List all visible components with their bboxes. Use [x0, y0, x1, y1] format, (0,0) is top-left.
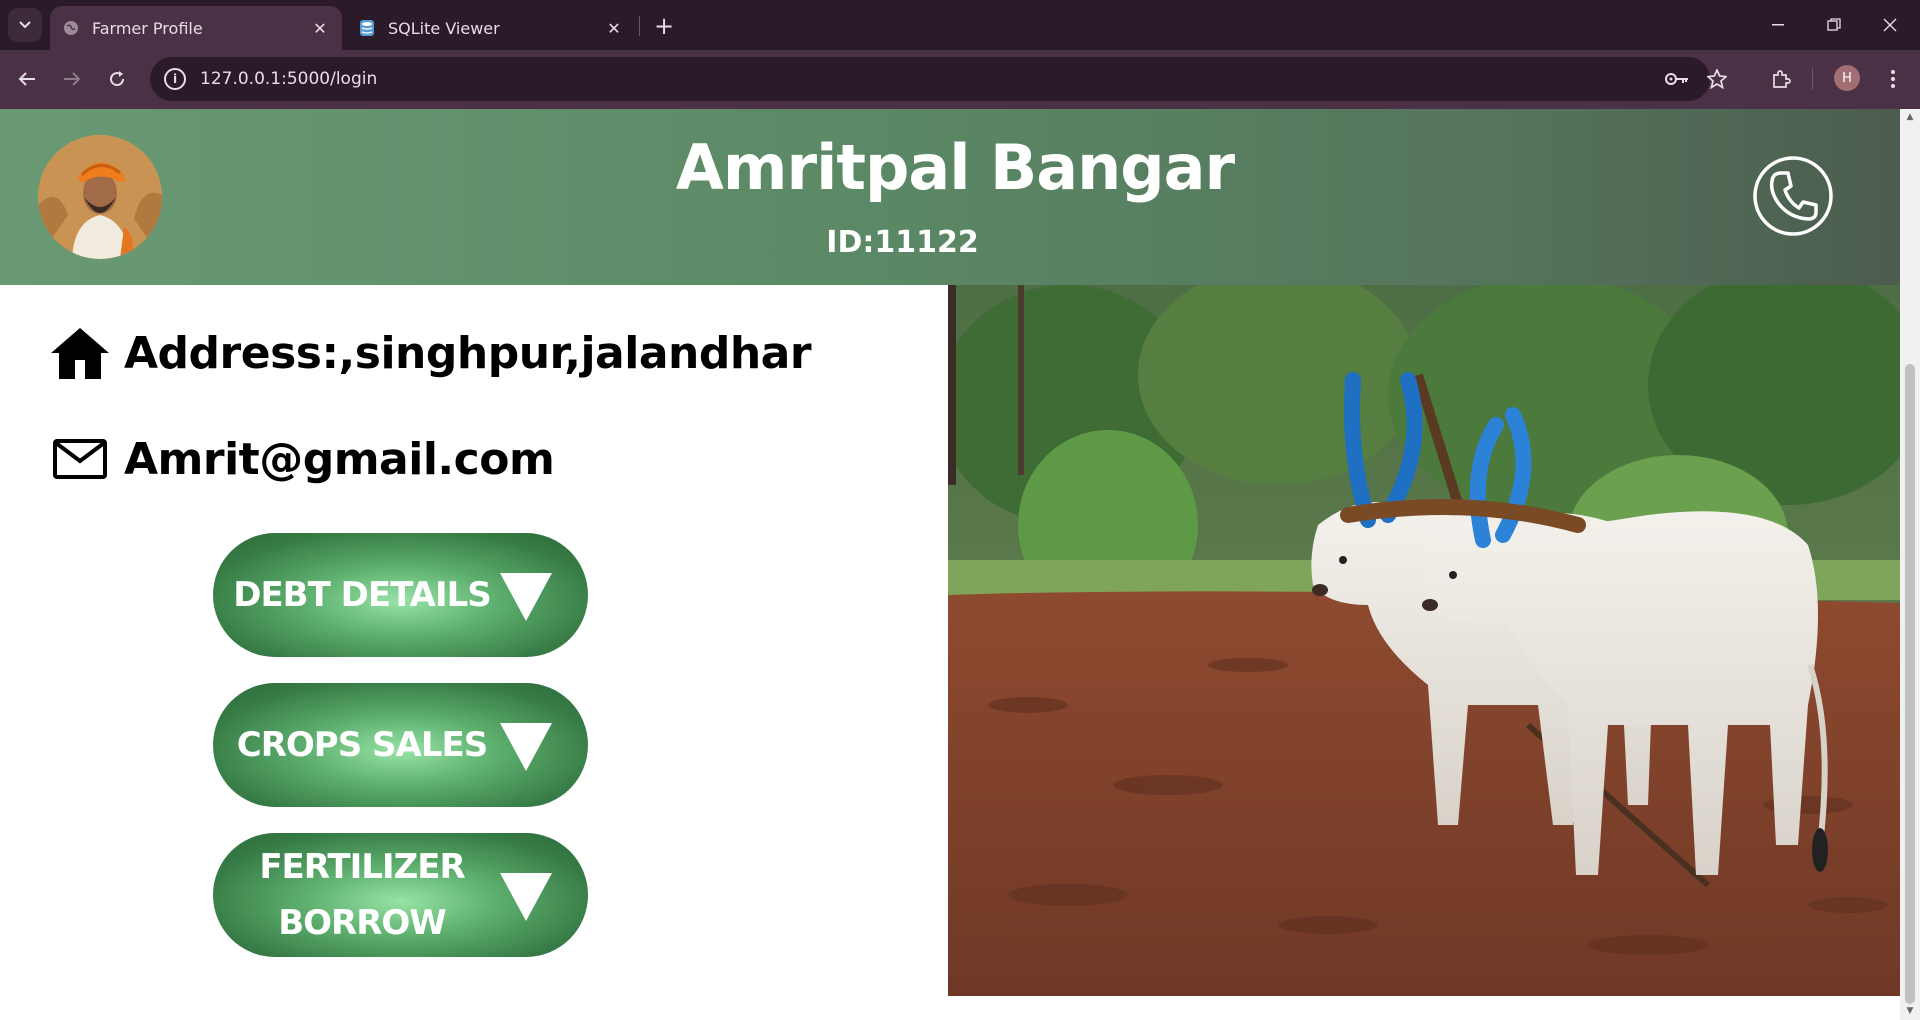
address-text: Address:,singhpur,jalandhar	[124, 327, 812, 379]
farmer-id: ID:11122	[826, 225, 979, 260]
email-text: Amrit@gmail.com	[124, 433, 555, 485]
tab-strip: Farmer Profile ✕ SQLite Viewer ✕ +	[0, 0, 1920, 50]
triangle-down-icon	[500, 873, 552, 921]
tab-title: Farmer Profile	[92, 18, 203, 38]
page-scrollbar[interactable]: ▲ ▼	[1900, 109, 1920, 1020]
forward-button[interactable]	[55, 62, 89, 96]
tab-sqlite-viewer[interactable]: SQLite Viewer ✕	[346, 6, 636, 50]
reload-icon	[110, 71, 125, 87]
tab-farmer-profile[interactable]: Farmer Profile ✕	[50, 6, 342, 50]
password-key-button[interactable]	[1660, 62, 1694, 96]
email-row: Amrit@gmail.com	[48, 431, 555, 487]
tab-search-button[interactable]	[8, 8, 42, 42]
scroll-up-arrow-icon[interactable]: ▲	[1904, 111, 1916, 123]
tab-divider	[639, 16, 640, 36]
arrow-left-icon	[18, 72, 35, 86]
reload-button[interactable]	[100, 62, 134, 96]
home-icon	[48, 325, 112, 381]
triangle-down-icon	[500, 723, 552, 771]
farmer-name: Amritpal Bangar	[675, 131, 1235, 204]
button-label: CROPS SALES	[236, 725, 488, 765]
toolbar-divider	[1812, 68, 1813, 90]
scrollbar-thumb[interactable]	[1905, 364, 1915, 1004]
close-icon	[1883, 18, 1897, 32]
button-label: FERTILIZER BORROW	[213, 839, 503, 951]
arrow-right-icon	[64, 72, 81, 86]
crops-sales-button[interactable]: CROPS SALES	[213, 683, 588, 807]
site-info-icon[interactable]: i	[164, 68, 186, 90]
minimize-icon	[1772, 24, 1784, 26]
puzzle-icon	[1773, 70, 1791, 88]
extensions-button[interactable]	[1764, 62, 1798, 96]
tab-title: SQLite Viewer	[388, 18, 500, 38]
browser-menu-button[interactable]	[1876, 62, 1910, 96]
url-text: 127.0.0.1:5000/login	[200, 69, 378, 89]
page-viewport: Amritpal Bangar ID:11122 Address:,singhp…	[0, 109, 1920, 1020]
restore-button[interactable]	[1806, 0, 1862, 50]
profile-header: Amritpal Bangar ID:11122	[0, 109, 1900, 285]
bookmark-button[interactable]	[1700, 62, 1734, 96]
triangle-down-icon	[500, 573, 552, 621]
button-label: DEBT DETAILS	[233, 575, 492, 615]
browser-toolbar: i 127.0.0.1:5000/login H	[0, 50, 1920, 109]
scroll-down-arrow-icon[interactable]: ▼	[1904, 1005, 1916, 1017]
globe-icon	[62, 19, 80, 37]
database-icon	[358, 19, 376, 37]
minimize-button[interactable]	[1750, 0, 1806, 50]
new-tab-button[interactable]: +	[650, 12, 678, 40]
key-icon	[1665, 73, 1688, 85]
call-button[interactable]	[1752, 155, 1834, 237]
address-row: Address:,singhpur,jalandhar	[48, 325, 812, 381]
oxen-plough-image	[948, 285, 1900, 996]
address-bar[interactable]: i 127.0.0.1:5000/login	[150, 57, 1710, 101]
button-label-line2: BORROW	[278, 903, 447, 943]
chevron-down-icon	[19, 21, 31, 29]
star-icon	[1707, 69, 1727, 89]
back-button[interactable]	[10, 62, 44, 96]
fertilizer-borrow-button[interactable]: FERTILIZER BORROW	[213, 833, 588, 957]
debt-details-button[interactable]: DEBT DETAILS	[213, 533, 588, 657]
close-tab-icon[interactable]: ✕	[310, 18, 330, 38]
kebab-menu-icon	[1891, 70, 1895, 88]
restore-icon	[1827, 18, 1841, 31]
mail-icon	[48, 431, 112, 487]
close-tab-icon[interactable]: ✕	[604, 18, 624, 38]
button-label-line1: FERTILIZER	[259, 847, 465, 887]
phone-icon	[1753, 156, 1833, 236]
profile-avatar[interactable]: H	[1834, 65, 1860, 91]
close-window-button[interactable]	[1862, 0, 1918, 50]
